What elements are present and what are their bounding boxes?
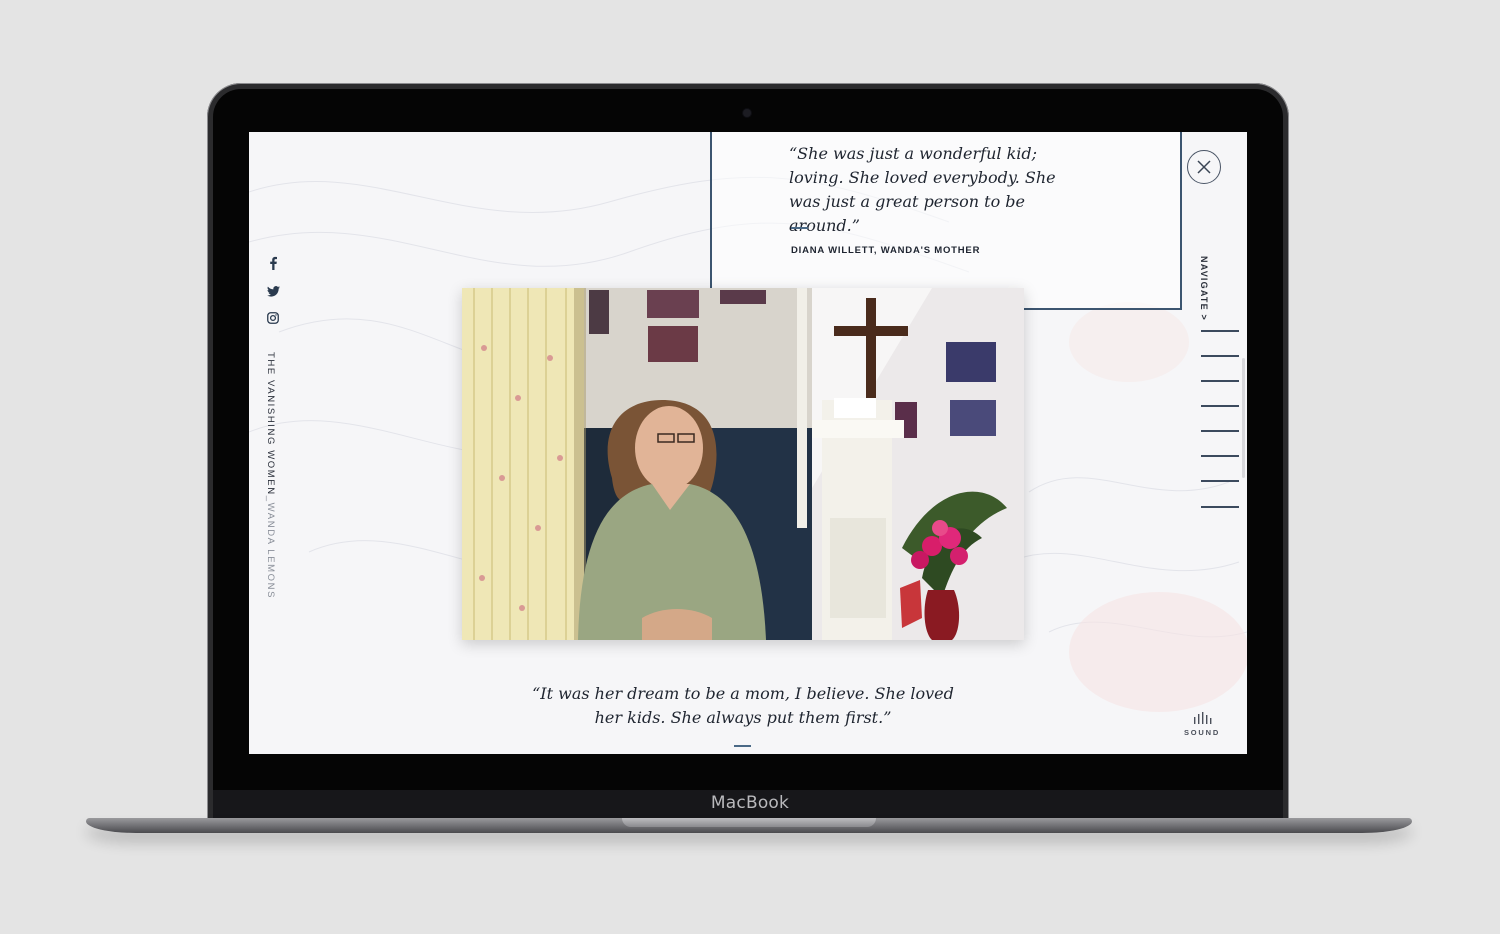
twitter-icon[interactable]: [263, 281, 283, 301]
portrait-photo: [462, 288, 1024, 640]
story-subtitle: _WANDA LEMONS: [265, 495, 276, 600]
bottom-quote-text: “It was her dream to be a mom, I believe…: [532, 684, 954, 727]
close-button[interactable]: [1187, 150, 1221, 184]
device-brand: MacBook: [710, 793, 790, 813]
nav-item[interactable]: [1201, 506, 1239, 508]
instagram-icon[interactable]: [263, 308, 283, 328]
sound-icon[interactable]: [1193, 712, 1213, 724]
quote-attribution: DIANA WILLETT, WANDA'S MOTHER: [791, 245, 981, 256]
nav-item[interactable]: [1201, 380, 1239, 382]
nav-item[interactable]: [1201, 455, 1239, 457]
web-page: THE VANISHING WOMEN_WANDA LEMONS “She wa…: [249, 132, 1247, 754]
sound-toggle-label[interactable]: SOUND: [1177, 728, 1227, 737]
nav-item[interactable]: [1201, 430, 1239, 432]
nav-item[interactable]: [1201, 355, 1239, 357]
facebook-icon[interactable]: [263, 253, 283, 273]
nav-item[interactable]: [1201, 480, 1239, 482]
close-icon: [1197, 160, 1211, 174]
bottom-quote-divider: [734, 745, 751, 747]
scrollbar[interactable]: [1242, 358, 1245, 478]
nav-item[interactable]: [1201, 330, 1239, 332]
top-quote-text: “She was just a wonderful kid; loving. S…: [789, 144, 1056, 235]
laptop-notch: [622, 818, 876, 827]
nav-item[interactable]: [1201, 405, 1239, 407]
navigate-button[interactable]: NAVIGATE >: [1199, 256, 1209, 321]
story-title: THE VANISHING WOMEN_WANDA LEMONS: [265, 352, 276, 599]
site-title: THE VANISHING WOMEN: [265, 352, 276, 496]
quote-divider: [791, 227, 808, 229]
camera: [743, 109, 751, 117]
